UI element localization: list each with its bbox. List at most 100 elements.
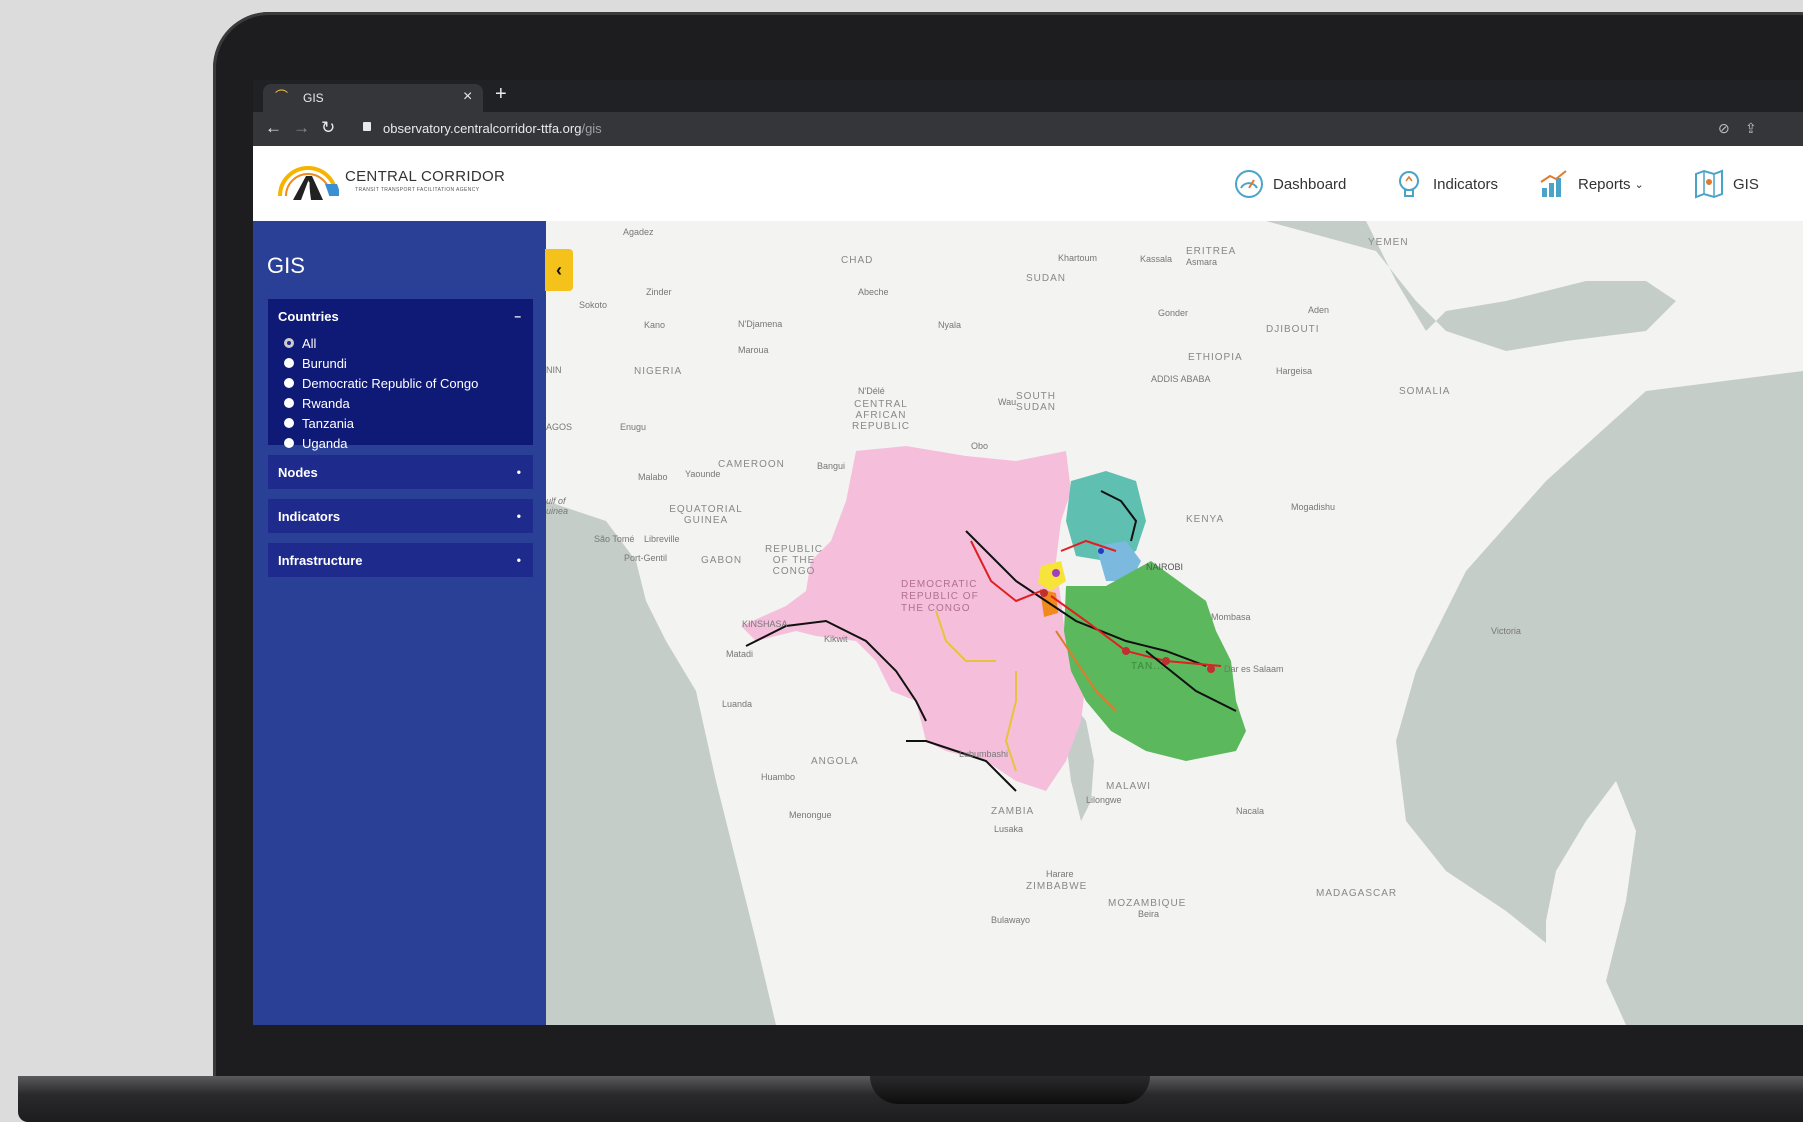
expand-dot-icon[interactable]: • — [517, 465, 521, 479]
country-option-drc[interactable]: Democratic Republic of Congo — [268, 373, 533, 393]
browser-tab[interactable]: ⌒ GIS × — [263, 84, 483, 112]
map-label-eq-guinea: EQUATORIAL GUINEA — [669, 504, 743, 526]
map-label-kenya: KENYA — [1186, 514, 1225, 525]
city-label: Khartoum — [1058, 253, 1098, 263]
radio-icon[interactable] — [284, 398, 294, 408]
reload-icon[interactable]: ↻ — [321, 118, 335, 138]
nav-gis-label: GIS — [1733, 175, 1759, 193]
map-label-nigeria: NIGERIA — [634, 366, 683, 377]
city-label: Zinder — [646, 287, 672, 297]
panel-nodes-header[interactable]: Nodes • — [268, 455, 533, 489]
back-arrow-icon[interactable]: ← — [265, 118, 282, 138]
city-label: Nyala — [938, 320, 962, 330]
radio-icon[interactable] — [284, 438, 294, 448]
map-label-zimbabwe: ZIMBABWE — [1026, 881, 1088, 892]
radio-icon[interactable] — [284, 418, 294, 428]
map-label-yemen: YEMEN — [1368, 237, 1409, 248]
city-label: Menongue — [789, 810, 832, 820]
node-marker[interactable] — [1122, 647, 1130, 655]
city-label: Victoria — [1491, 626, 1521, 636]
map-label-angola: ANGOLA — [811, 756, 859, 767]
nav-reports[interactable]: Reports ⌄ — [1538, 166, 1644, 202]
node-marker[interactable] — [1052, 569, 1060, 577]
collapse-minus-icon[interactable]: – — [514, 309, 521, 323]
brand-subtitle: TRANSIT TRANSPORT FACILITATION AGENCY — [355, 187, 480, 193]
laptop-screen: ⌒ GIS × + ← → ↻ observatory.centralcorri… — [253, 80, 1803, 1025]
city-label: Matadi — [726, 649, 754, 659]
panel-countries-header[interactable]: Countries – — [268, 299, 533, 333]
panel-indicators[interactable]: Indicators • — [268, 499, 533, 533]
map-label-chad: CHAD — [841, 255, 874, 266]
new-tab-button[interactable]: + — [495, 83, 507, 106]
city-label: Kikwit — [824, 634, 848, 644]
panel-indicators-label: Indicators — [278, 508, 341, 524]
city-label: Hargeisa — [1276, 366, 1313, 376]
country-option-burundi[interactable]: Burundi — [268, 353, 533, 373]
city-label: NIN — [546, 365, 562, 375]
nav-dashboard[interactable]: Dashboard — [1233, 166, 1346, 202]
map-label-south-sudan: SOUTH SUDAN — [1016, 391, 1057, 413]
country-option-label: Rwanda — [302, 395, 350, 411]
city-label: NAIROBI — [1146, 562, 1184, 572]
country-option-uganda[interactable]: Uganda — [268, 433, 533, 453]
url-field[interactable]: observatory.centralcorridor-ttfa.org/gis — [383, 121, 602, 136]
map-label-cameroon: CAMEROON — [718, 459, 785, 470]
map-label-car: CENTRAL AFRICAN REPUBLIC — [851, 399, 910, 432]
panel-nodes[interactable]: Nodes • — [268, 455, 533, 489]
city-label: Aden — [1308, 305, 1330, 315]
nav-dashboard-label: Dashboard — [1273, 175, 1347, 193]
radio-icon[interactable] — [284, 378, 294, 388]
country-option-all[interactable]: All — [268, 333, 533, 353]
panel-infrastructure[interactable]: Infrastructure • — [268, 543, 533, 577]
panel-countries: Countries – All Burundi Democratic Repub… — [268, 299, 533, 451]
share-icon[interactable]: ⇪ — [1745, 120, 1757, 137]
expand-dot-icon[interactable]: • — [517, 509, 521, 523]
map-label-drc: DEMOCRATIC REPUBLIC OF THE CONGO — [901, 579, 979, 614]
node-marker[interactable] — [1040, 589, 1048, 597]
brand-name: CENTRAL CORRIDOR — [345, 168, 506, 185]
sidebar-title: GIS — [267, 253, 305, 278]
city-label: Sokoto — [579, 300, 608, 310]
country-option-tanzania[interactable]: Tanzania — [268, 413, 533, 433]
city-label: Harare — [1046, 869, 1074, 879]
forward-arrow-icon[interactable]: → — [293, 118, 310, 138]
lock-icon — [363, 122, 371, 131]
city-label: Maroua — [738, 345, 769, 355]
panel-indicators-header[interactable]: Indicators • — [268, 499, 533, 533]
city-label: Mogadishu — [1291, 502, 1336, 512]
map-label-eritrea: ERITREA — [1186, 246, 1237, 257]
city-label: Asmara — [1186, 257, 1218, 267]
city-label: Agadez — [623, 227, 654, 237]
map-label-zambia: ZAMBIA — [991, 806, 1035, 817]
city-label: Dar es Salaam — [1224, 664, 1284, 674]
city-label: KINSHASA — [742, 619, 788, 629]
gis-sidebar: GIS Countries – All Burundi Democratic R… — [253, 221, 546, 1025]
gis-map[interactable]: CHAD SUDAN ERITREA YEMEN NIGERIA ETHIOPI… — [546, 221, 1803, 1025]
country-option-label: Burundi — [302, 355, 347, 371]
eye-off-icon[interactable]: ⊘ — [1718, 120, 1730, 137]
city-label: Huambo — [761, 772, 796, 782]
radio-selected-icon[interactable] — [284, 338, 294, 348]
dashboard-gauge-icon — [1235, 170, 1263, 198]
central-corridor-logo-icon[interactable] — [277, 162, 339, 202]
drc-region[interactable] — [741, 446, 1086, 791]
node-marker[interactable] — [1207, 665, 1215, 673]
map-label-somalia: SOMALIA — [1399, 386, 1451, 397]
country-option-rwanda[interactable]: Rwanda — [268, 393, 533, 413]
city-label: Obo — [971, 441, 989, 451]
expand-dot-icon[interactable]: • — [517, 553, 521, 567]
nav-gis[interactable]: GIS — [1693, 166, 1759, 202]
map-label-malawi: MALAWI — [1106, 781, 1152, 792]
node-marker[interactable] — [1098, 548, 1104, 554]
city-label: N'Djamena — [738, 319, 783, 329]
tab-close-icon[interactable]: × — [463, 88, 472, 106]
map-label-tanzania: TAN... — [1131, 661, 1165, 672]
city-label: Lilongwe — [1086, 795, 1122, 805]
sidebar-collapse-button[interactable]: ‹ — [545, 249, 573, 291]
panel-infrastructure-header[interactable]: Infrastructure • — [268, 543, 533, 577]
nav-indicators[interactable]: Indicators — [1393, 166, 1498, 202]
radio-icon[interactable] — [284, 358, 294, 368]
city-label: Lusaka — [994, 824, 1024, 834]
map-label-rep-congo: REPUBLIC OF THE CONGO — [764, 544, 823, 577]
city-label: Beira — [1138, 909, 1160, 919]
